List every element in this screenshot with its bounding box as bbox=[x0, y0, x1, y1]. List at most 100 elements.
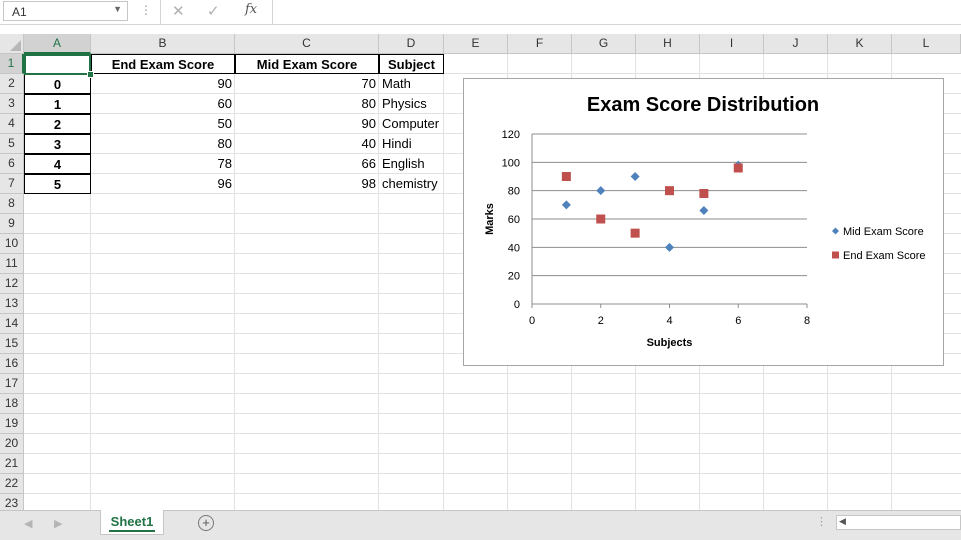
fill-handle[interactable] bbox=[87, 71, 94, 78]
table-cell[interactable]: 2 bbox=[24, 114, 91, 134]
row-header-21[interactable]: 21 bbox=[0, 454, 24, 474]
table-cell[interactable]: Math bbox=[379, 74, 444, 94]
row-header-15[interactable]: 15 bbox=[0, 334, 24, 354]
table-cell[interactable]: 70 bbox=[235, 74, 379, 94]
row-header-2[interactable]: 2 bbox=[0, 74, 24, 94]
table-cell[interactable]: 90 bbox=[91, 74, 235, 94]
legend-label: End Exam Score bbox=[843, 250, 926, 262]
row-header-3[interactable]: 3 bbox=[0, 94, 24, 114]
table-header-cell[interactable]: Subject bbox=[379, 54, 444, 74]
table-cell[interactable]: 66 bbox=[235, 154, 379, 174]
table-header-cell[interactable]: Mid Exam Score bbox=[235, 54, 379, 74]
table-cell[interactable]: chemistry bbox=[379, 174, 444, 194]
y-tick-label: 20 bbox=[508, 271, 520, 283]
table-cell[interactable]: 98 bbox=[235, 174, 379, 194]
data-point-end-exam bbox=[596, 214, 606, 224]
row-header-4[interactable]: 4 bbox=[0, 114, 24, 134]
triangle-left-icon[interactable]: ◀ bbox=[24, 517, 32, 530]
row-header-5[interactable]: 5 bbox=[0, 134, 24, 154]
row-header-8[interactable]: 8 bbox=[0, 194, 24, 214]
table-cell[interactable]: 90 bbox=[235, 114, 379, 134]
x-icon[interactable]: ✕ bbox=[172, 2, 185, 20]
select-all-button[interactable] bbox=[0, 34, 24, 54]
data-point-end-exam bbox=[699, 189, 709, 198]
vertical-dots-icon[interactable]: ⋮ bbox=[140, 3, 152, 17]
y-tick-label: 100 bbox=[502, 157, 520, 169]
legend-marker bbox=[832, 227, 839, 235]
row-header-10[interactable]: 10 bbox=[0, 234, 24, 254]
table-cell[interactable]: 80 bbox=[91, 134, 235, 154]
table-header-cell[interactable]: End Exam Score bbox=[91, 54, 235, 74]
scroll-left-icon[interactable]: ◀ bbox=[839, 516, 846, 527]
data-point-mid-exam bbox=[699, 206, 709, 215]
formula-input[interactable] bbox=[273, 0, 961, 24]
x-axis-label: Subjects bbox=[647, 337, 693, 349]
row-header-6[interactable]: 6 bbox=[0, 154, 24, 174]
row-header-12[interactable]: 12 bbox=[0, 274, 24, 294]
y-tick-label: 120 bbox=[502, 129, 520, 141]
x-tick-label: 0 bbox=[529, 315, 535, 327]
column-header-f[interactable]: F bbox=[508, 34, 572, 54]
column-header-c[interactable]: C bbox=[235, 34, 379, 54]
x-tick-label: 2 bbox=[598, 315, 604, 327]
chart-title: Exam Score Distribution bbox=[587, 94, 819, 116]
vertical-dots-icon[interactable]: ⋮ bbox=[816, 515, 827, 528]
row-header-20[interactable]: 20 bbox=[0, 434, 24, 454]
row-header-22[interactable]: 22 bbox=[0, 474, 24, 494]
table-cell[interactable]: 78 bbox=[91, 154, 235, 174]
column-header-d[interactable]: D bbox=[379, 34, 444, 54]
chevron-down-icon[interactable]: ▼ bbox=[113, 4, 122, 14]
table-cell[interactable]: Physics bbox=[379, 94, 444, 114]
table-cell[interactable]: 80 bbox=[235, 94, 379, 114]
table-cell[interactable]: 3 bbox=[24, 134, 91, 154]
column-header-h[interactable]: H bbox=[636, 34, 700, 54]
row-header-11[interactable]: 11 bbox=[0, 254, 24, 274]
table-cell[interactable]: 4 bbox=[24, 154, 91, 174]
column-header-l[interactable]: L bbox=[892, 34, 961, 54]
data-point-end-exam bbox=[665, 186, 674, 196]
row-header-14[interactable]: 14 bbox=[0, 314, 24, 334]
column-header-e[interactable]: E bbox=[444, 34, 508, 54]
sheet-tab-sheet1[interactable]: Sheet1 bbox=[100, 510, 164, 535]
column-header-j[interactable]: J bbox=[764, 34, 828, 54]
table-cell[interactable]: 96 bbox=[91, 174, 235, 194]
row-header-16[interactable]: 16 bbox=[0, 354, 24, 374]
row-header-17[interactable]: 17 bbox=[0, 374, 24, 394]
y-tick-label: 0 bbox=[514, 299, 520, 311]
name-box[interactable]: A1 ▼ bbox=[3, 1, 128, 21]
table-cell[interactable]: 0 bbox=[24, 74, 91, 94]
row-header-7[interactable]: 7 bbox=[0, 174, 24, 194]
column-header-k[interactable]: K bbox=[828, 34, 892, 54]
row-header-1[interactable]: 1 bbox=[0, 54, 24, 74]
y-tick-label: 80 bbox=[508, 186, 520, 198]
plus-circle-icon[interactable]: + bbox=[198, 515, 214, 531]
data-point-end-exam bbox=[561, 172, 571, 181]
table-cell[interactable]: 1 bbox=[24, 94, 91, 114]
table-cell[interactable]: 5 bbox=[24, 174, 91, 194]
name-box-value: A1 bbox=[12, 5, 27, 19]
row-header-19[interactable]: 19 bbox=[0, 414, 24, 434]
horizontal-scrollbar[interactable] bbox=[836, 515, 961, 530]
data-point-mid-exam bbox=[561, 200, 571, 210]
table-cell[interactable]: English bbox=[379, 154, 444, 174]
divider bbox=[160, 0, 161, 24]
triangle-right-icon[interactable]: ▶ bbox=[54, 517, 62, 530]
active-cell-selection[interactable] bbox=[24, 54, 91, 75]
column-header-a[interactable]: A bbox=[24, 34, 91, 54]
table-cell[interactable]: Hindi bbox=[379, 134, 444, 154]
table-cell[interactable]: 40 bbox=[235, 134, 379, 154]
row-header-9[interactable]: 9 bbox=[0, 214, 24, 234]
row-header-18[interactable]: 18 bbox=[0, 394, 24, 414]
column-header-i[interactable]: I bbox=[700, 34, 764, 54]
fx-icon[interactable]: fx bbox=[245, 2, 257, 17]
table-cell[interactable]: Computer bbox=[379, 114, 444, 134]
row-header-13[interactable]: 13 bbox=[0, 294, 24, 314]
table-cell[interactable]: 50 bbox=[91, 114, 235, 134]
data-point-mid-exam bbox=[596, 186, 606, 196]
column-header-g[interactable]: G bbox=[572, 34, 636, 54]
column-header-b[interactable]: B bbox=[91, 34, 235, 54]
x-tick-label: 8 bbox=[804, 315, 810, 327]
table-cell[interactable]: 60 bbox=[91, 94, 235, 114]
check-icon[interactable]: ✓ bbox=[207, 2, 220, 20]
scatter-chart[interactable]: Exam Score Distribution 0 20 40 60 80 100 120 0 2… bbox=[463, 78, 944, 366]
